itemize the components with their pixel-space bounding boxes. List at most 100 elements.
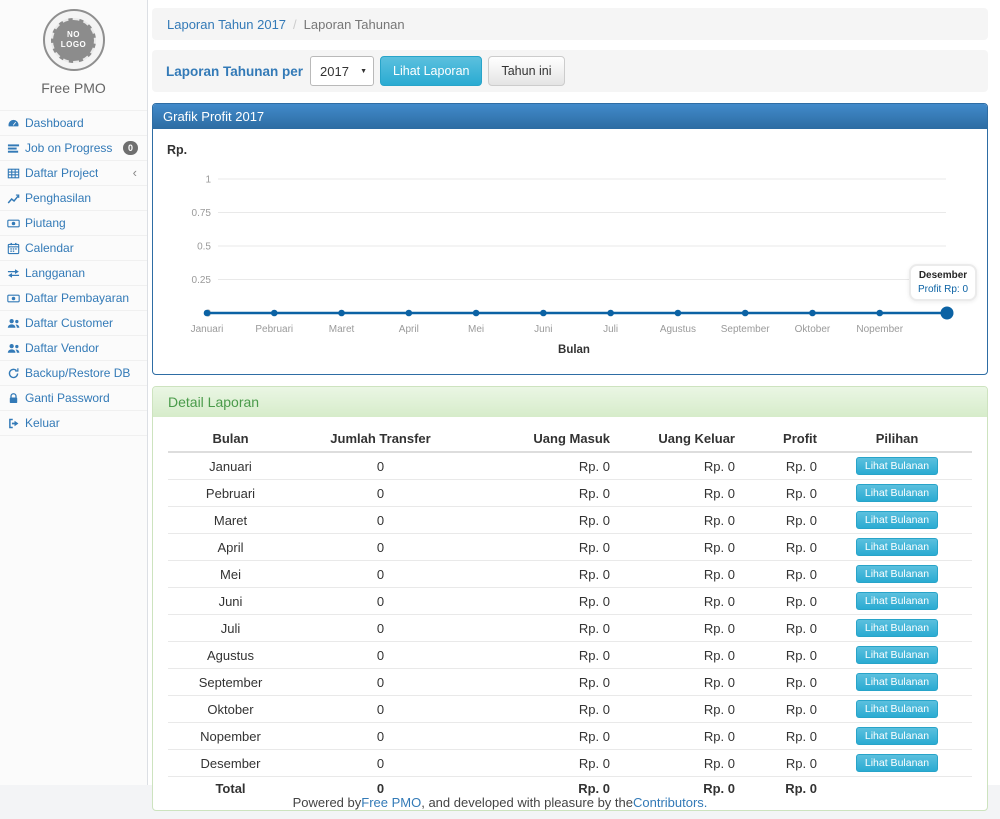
x-tick-label: Juni: [534, 324, 552, 335]
table-icon: [7, 167, 20, 180]
cell-uang-keluar: Rp. 0: [615, 534, 740, 561]
lihat-bulanan-button[interactable]: Lihat Bulanan: [856, 673, 938, 691]
year-select[interactable]: 2017: [310, 56, 374, 86]
footer-link-free-pmo[interactable]: Free PMO: [361, 795, 421, 810]
cell-profit: Rp. 0: [740, 615, 822, 642]
lihat-bulanan-button[interactable]: Lihat Bulanan: [856, 727, 938, 745]
cell-jumlah-transfer: 0: [293, 750, 468, 777]
cell-uang-keluar: Rp. 0: [615, 750, 740, 777]
sidebar-item-job-on-progress[interactable]: Job on Progress0: [0, 136, 147, 161]
cell-bulan: Mei: [168, 561, 293, 588]
data-point-juli[interactable]: [607, 310, 614, 317]
cell-jumlah-transfer: 0: [293, 534, 468, 561]
table-row: April0Rp. 0Rp. 0Rp. 0Lihat Bulanan: [168, 534, 972, 561]
lihat-bulanan-button[interactable]: Lihat Bulanan: [856, 592, 938, 610]
lihat-bulanan-button[interactable]: Lihat Bulanan: [856, 619, 938, 637]
lihat-bulanan-button[interactable]: Lihat Bulanan: [856, 646, 938, 664]
data-point-agustus[interactable]: [675, 310, 682, 317]
sidebar-item-label: Daftar Project: [25, 166, 98, 180]
tahun-ini-button[interactable]: Tahun ini: [488, 56, 564, 86]
laporan-table-head: BulanJumlah TransferUang MasukUang Kelua…: [168, 426, 972, 452]
laporan-table-body: Januari0Rp. 0Rp. 0Rp. 0Lihat BulananPebr…: [168, 452, 972, 800]
x-tick-label: April: [399, 324, 419, 335]
x-tick-label: Oktober: [795, 324, 831, 335]
sidebar-item-ganti-password[interactable]: Ganti Password: [0, 386, 147, 411]
cell-uang-keluar: Rp. 0: [615, 642, 740, 669]
cell-uang-keluar: Rp. 0: [615, 452, 740, 480]
dashboard-icon: [7, 117, 20, 130]
lihat-bulanan-button[interactable]: Lihat Bulanan: [856, 511, 938, 529]
total-pilihan-empty: [822, 777, 972, 801]
cell-uang-keluar: Rp. 0: [615, 507, 740, 534]
cell-bulan: Juli: [168, 615, 293, 642]
sidebar-item-label: Daftar Vendor: [25, 341, 99, 355]
column-header-uang-keluar: Uang Keluar: [615, 426, 740, 452]
cell-jumlah-transfer: 0: [293, 642, 468, 669]
lihat-bulanan-button[interactable]: Lihat Bulanan: [856, 457, 938, 475]
money-icon: [7, 217, 20, 230]
cell-profit: Rp. 0: [740, 723, 822, 750]
cell-uang-masuk: Rp. 0: [468, 750, 615, 777]
detail-panel-title: Detail Laporan: [153, 387, 987, 417]
footer-link-contributors[interactable]: Contributors.: [633, 795, 707, 810]
lihat-bulanan-button[interactable]: Lihat Bulanan: [856, 565, 938, 583]
tasks-icon: [7, 142, 20, 155]
data-point-maret[interactable]: [338, 310, 345, 317]
users-icon: [7, 317, 20, 330]
data-point-januari[interactable]: [204, 310, 211, 317]
detail-laporan-panel: Detail Laporan BulanJumlah TransferUang …: [152, 386, 988, 811]
total-profit: Rp. 0: [740, 777, 822, 801]
sidebar-item-daftar-project[interactable]: Daftar Project‹: [0, 161, 147, 186]
cell-pilihan: Lihat Bulanan: [822, 452, 972, 480]
lihat-bulanan-button[interactable]: Lihat Bulanan: [856, 754, 938, 772]
column-header-pilihan: Pilihan: [822, 426, 972, 452]
lihat-laporan-button[interactable]: Lihat Laporan: [380, 56, 482, 86]
table-row: Pebruari0Rp. 0Rp. 0Rp. 0Lihat Bulanan: [168, 480, 972, 507]
sidebar-item-daftar-customer[interactable]: Daftar Customer: [0, 311, 147, 336]
data-point-april[interactable]: [406, 310, 413, 317]
cell-pilihan: Lihat Bulanan: [822, 750, 972, 777]
table-row: Nopember0Rp. 0Rp. 0Rp. 0Lihat Bulanan: [168, 723, 972, 750]
year-select-wrap: 2017 ▼: [310, 56, 374, 86]
cell-uang-masuk: Rp. 0: [468, 615, 615, 642]
data-point-mei[interactable]: [473, 310, 480, 317]
cell-jumlah-transfer: 0: [293, 561, 468, 588]
column-header-bulan: Bulan: [168, 426, 293, 452]
breadcrumb-separator: /: [293, 17, 297, 32]
sidebar-item-langganan[interactable]: Langganan: [0, 261, 147, 286]
x-tick-label: Juli: [603, 324, 618, 335]
lihat-bulanan-button[interactable]: Lihat Bulanan: [856, 484, 938, 502]
sidebar-item-piutang[interactable]: Piutang: [0, 211, 147, 236]
sidebar-item-dashboard[interactable]: Dashboard: [0, 111, 147, 136]
sidebar-item-daftar-vendor[interactable]: Daftar Vendor: [0, 336, 147, 361]
cell-uang-masuk: Rp. 0: [468, 452, 615, 480]
data-point-juni[interactable]: [540, 310, 547, 317]
data-point-pebruari[interactable]: [271, 310, 278, 317]
lihat-bulanan-button[interactable]: Lihat Bulanan: [856, 538, 938, 556]
sidebar-item-penghasilan[interactable]: Penghasilan: [0, 186, 147, 211]
breadcrumb-link-laporan-tahun[interactable]: Laporan Tahun 2017: [167, 17, 286, 32]
data-point-desember[interactable]: [941, 307, 954, 320]
sidebar-item-calendar[interactable]: Calendar: [0, 236, 147, 261]
sidebar-item-backup-restore-db[interactable]: Backup/Restore DB: [0, 361, 147, 386]
sidebar-item-daftar-pembayaran[interactable]: Daftar Pembayaran: [0, 286, 147, 311]
data-point-nopember[interactable]: [876, 310, 883, 317]
total-label: Total: [168, 777, 293, 801]
lihat-bulanan-button[interactable]: Lihat Bulanan: [856, 700, 938, 718]
cell-profit: Rp. 0: [740, 480, 822, 507]
data-point-september[interactable]: [742, 310, 749, 317]
breadcrumb-current: Laporan Tahunan: [304, 17, 405, 32]
main-content: Laporan Tahun 2017 / Laporan Tahunan Lap…: [148, 0, 1000, 785]
cell-profit: Rp. 0: [740, 534, 822, 561]
data-point-oktober[interactable]: [809, 310, 816, 317]
sidebar-item-keluar[interactable]: Keluar: [0, 411, 147, 436]
footer-text-middle: , and developed with pleasure by the: [421, 795, 633, 810]
cell-uang-masuk: Rp. 0: [468, 642, 615, 669]
cell-pilihan: Lihat Bulanan: [822, 534, 972, 561]
users-icon: [7, 342, 20, 355]
cell-profit: Rp. 0: [740, 642, 822, 669]
brand-name: Free PMO: [0, 80, 147, 100]
cell-pilihan: Lihat Bulanan: [822, 588, 972, 615]
cell-jumlah-transfer: 0: [293, 696, 468, 723]
cell-jumlah-transfer: 0: [293, 615, 468, 642]
